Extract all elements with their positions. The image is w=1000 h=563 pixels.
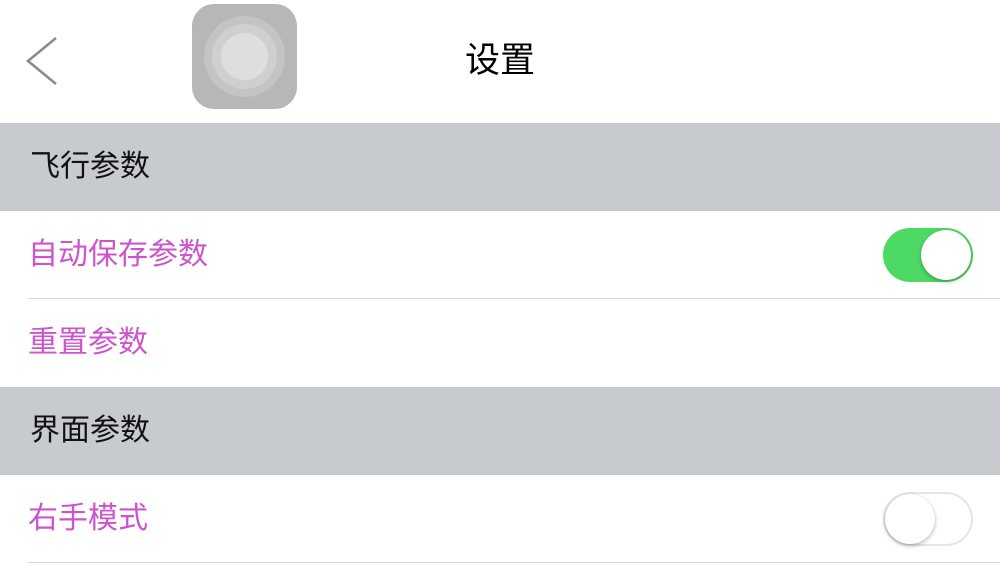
auto-save-label: 自动保存参数: [28, 237, 208, 272]
auto-save-toggle[interactable]: [883, 228, 973, 282]
nav-bar: 设置: [0, 0, 1000, 123]
toggle-knob: [885, 494, 935, 544]
row-right-hand: 右手模式: [0, 475, 1000, 563]
section-header-label: 界面参数: [30, 413, 150, 448]
toggle-knob: [921, 230, 971, 280]
assistive-touch-icon[interactable]: [192, 4, 297, 109]
row-reset[interactable]: 重置参数: [0, 299, 1000, 387]
right-hand-label: 右手模式: [28, 501, 148, 536]
reset-label: 重置参数: [28, 325, 148, 360]
section-header-ui: 界面参数: [0, 387, 1000, 475]
section-header-label: 飞行参数: [30, 149, 150, 184]
right-hand-toggle[interactable]: [883, 492, 973, 546]
page-title: 设置: [464, 41, 535, 81]
row-auto-save: 自动保存参数: [0, 211, 1000, 299]
section-header-flight: 飞行参数: [0, 123, 1000, 211]
